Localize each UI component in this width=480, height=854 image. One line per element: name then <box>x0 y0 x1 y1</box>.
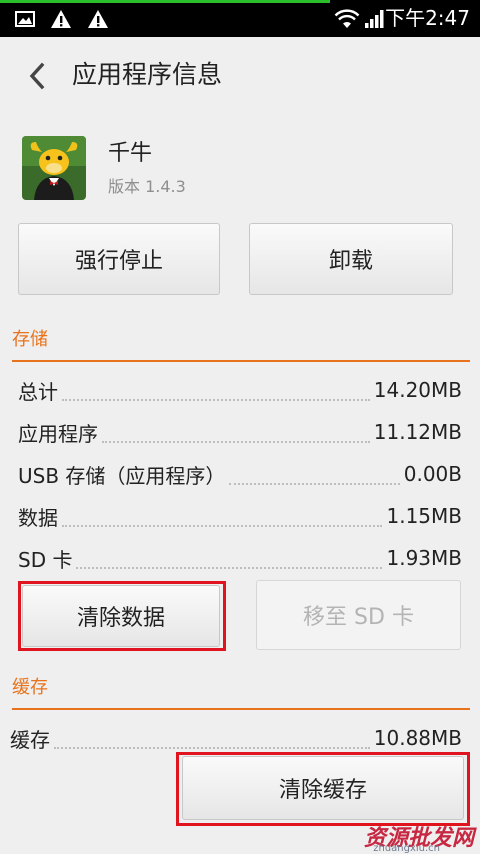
row-label: 缓存 <box>10 727 50 752</box>
clear-cache-button[interactable]: 清除缓存 <box>182 756 464 820</box>
row-value: 11.12MB <box>373 420 462 444</box>
app-name: 千牛 <box>108 141 153 166</box>
storage-section-title: 存储 <box>12 329 48 350</box>
dot-leader <box>102 441 370 443</box>
storage-row-data: 数据 1.15MB <box>18 496 462 536</box>
row-label: 数据 <box>18 505 58 530</box>
storage-row-sd: SD 卡 1.93MB <box>18 538 462 578</box>
row-value: 0.00B <box>403 462 462 486</box>
row-label: 总计 <box>18 379 58 404</box>
storage-divider <box>12 360 470 362</box>
row-value: 14.20MB <box>373 378 462 402</box>
status-bar: 下午2:47 <box>0 0 480 37</box>
image-notification-icon <box>15 11 35 27</box>
row-label: USB 存储（应用程序） <box>18 463 226 488</box>
warning-icon <box>51 10 71 28</box>
signal-icon <box>365 10 384 28</box>
storage-row-app: 应用程序 11.12MB <box>18 412 462 452</box>
dot-leader <box>62 399 370 401</box>
app-icon <box>22 136 86 200</box>
wifi-icon <box>334 9 360 28</box>
cache-row: 缓存 10.88MB <box>10 718 462 758</box>
app-version: 版本 1.4.3 <box>108 177 186 196</box>
watermark-domain: zhuangxiu.cn <box>373 843 440 854</box>
cache-section-title: 缓存 <box>12 677 48 698</box>
force-stop-button[interactable]: 强行停止 <box>18 223 220 295</box>
uninstall-button[interactable]: 卸载 <box>249 223 453 295</box>
cache-divider <box>12 708 470 710</box>
row-value: 1.15MB <box>386 504 462 528</box>
dot-leader <box>62 525 383 527</box>
row-value: 1.93MB <box>386 546 462 570</box>
clear-data-button[interactable]: 清除数据 <box>22 585 220 647</box>
storage-row-total: 总计 14.20MB <box>18 370 462 410</box>
back-icon[interactable] <box>22 59 56 93</box>
row-value: 10.88MB <box>373 726 462 750</box>
status-progress-line <box>0 0 330 3</box>
dot-leader <box>229 483 400 485</box>
app-bar: 应用程序信息 <box>0 37 480 115</box>
dot-leader <box>54 747 370 749</box>
move-to-sd-button[interactable]: 移至 SD 卡 <box>256 580 461 650</box>
storage-row-usb: USB 存储（应用程序） 0.00B <box>18 454 462 494</box>
page-title: 应用程序信息 <box>72 60 223 89</box>
clock: 下午2:47 <box>385 6 470 30</box>
row-label: SD 卡 <box>18 547 73 572</box>
warning-icon <box>88 10 108 28</box>
row-label: 应用程序 <box>18 421 98 446</box>
dot-leader <box>76 567 383 569</box>
